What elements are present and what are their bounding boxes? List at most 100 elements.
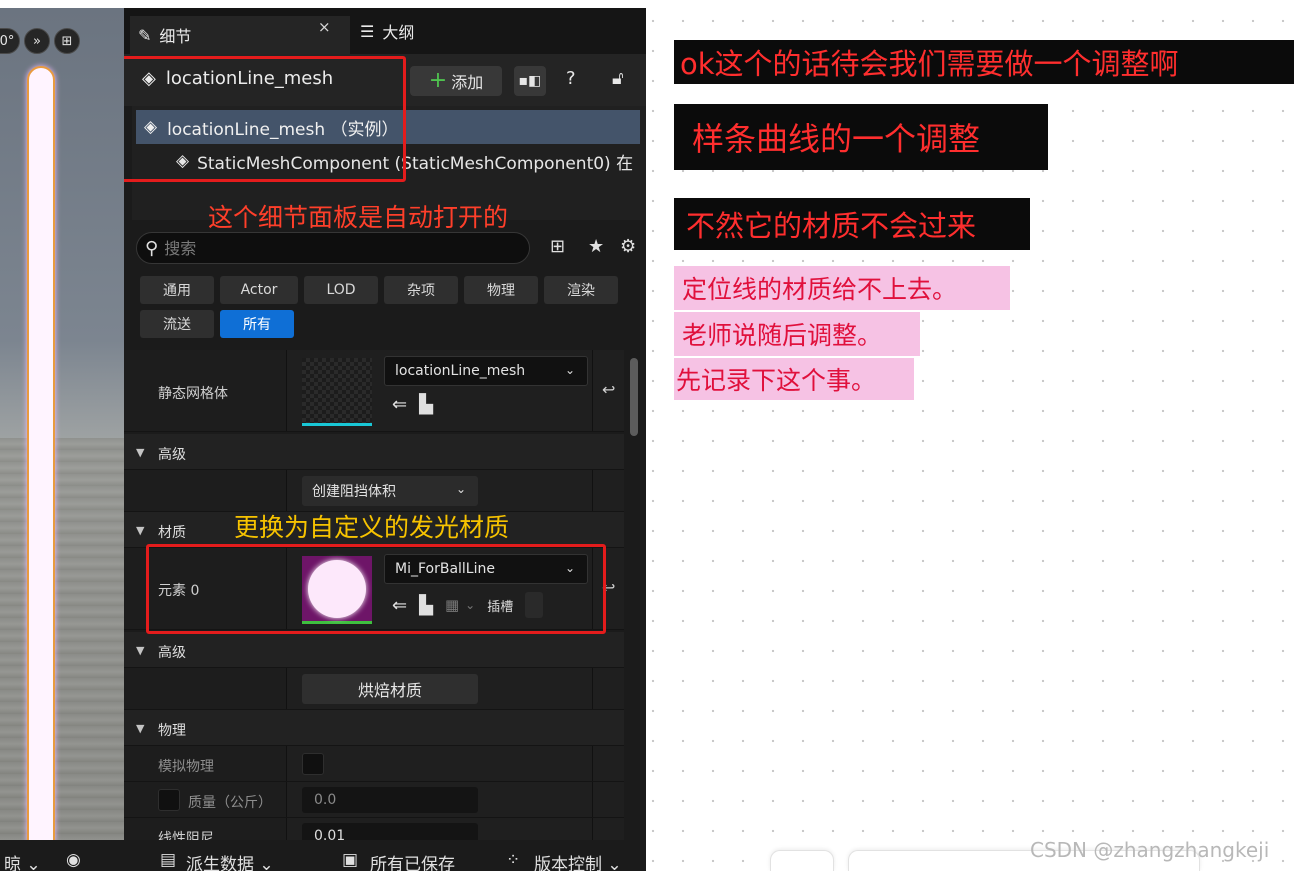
column-divider <box>286 350 287 431</box>
column-divider <box>286 470 287 511</box>
tab-outliner-label: 大纲 <box>382 23 415 42</box>
collapse-triangle-icon: ▼ <box>136 524 145 537</box>
use-selected-icon[interactable]: ⇐ <box>392 394 407 415</box>
collapse-triangle-icon: ▼ <box>136 644 145 657</box>
table-view-icon[interactable]: ⊞ <box>550 236 565 257</box>
column-divider <box>592 350 593 431</box>
filter-row-2: 流送 所有 <box>140 310 294 338</box>
tab-close-icon[interactable]: × <box>318 18 331 36</box>
collapse-triangle-icon: ▼ <box>136 446 145 459</box>
add-component-button[interactable]: + 添加 <box>410 66 502 96</box>
filter-all[interactable]: 所有 <box>220 310 294 338</box>
add-button-label: 添加 <box>451 73 484 92</box>
section-material-title: 材质 <box>158 525 186 541</box>
filter-general[interactable]: 通用 <box>140 276 214 304</box>
simulate-physics-label: 模拟物理 <box>158 759 214 775</box>
bake-material-name-col <box>124 668 286 709</box>
blocking-volume-row: 创建阻挡体积 ⌄ <box>124 470 624 512</box>
mass-label: 质量（公斤） <box>188 795 272 811</box>
settings-icon[interactable]: ⚙ <box>620 236 636 257</box>
help-icon[interactable]: ? <box>566 68 576 89</box>
chevron-down-icon: ⌄ <box>455 482 466 496</box>
column-divider <box>592 668 593 709</box>
simulate-physics-checkbox[interactable] <box>302 753 324 775</box>
filter-misc[interactable]: 杂项 <box>384 276 458 304</box>
pencil-icon: ✎ <box>138 25 152 45</box>
watermark: CSDN @zhangzhangkeji <box>1030 838 1270 862</box>
details-scrollbar[interactable] <box>630 358 638 436</box>
note-pink-2: 老师说随后调整。 <box>674 312 920 356</box>
viewport-more-button[interactable]: » <box>24 28 50 54</box>
blueprint-icon[interactable]: ▪◧ <box>514 66 546 96</box>
derived-data-icon: ▤ <box>160 850 177 870</box>
viewport-angle-button[interactable]: 0° <box>0 28 20 54</box>
create-blocking-volume-dropdown[interactable]: 创建阻挡体积 ⌄ <box>302 476 478 506</box>
note-pink-3: 先记录下这个事。 <box>674 358 914 400</box>
chevron-down-icon: ⌄ <box>564 363 575 377</box>
column-divider <box>592 746 593 781</box>
annotation-box-material <box>146 544 606 634</box>
bottom-all-saved[interactable]: 所有已保存 <box>370 850 455 871</box>
static-mesh-label: 静态网格体 <box>158 386 228 402</box>
section-advanced-2[interactable]: ▼ 高级 <box>124 632 624 668</box>
lock-icon[interactable]: 🔓︎ <box>612 68 624 89</box>
blocking-volume-label: 创建阻挡体积 <box>312 484 396 500</box>
mass-row: 质量（公斤） 0.0 <box>124 782 624 818</box>
save-icon: ▣ <box>342 850 359 870</box>
plus-icon: + <box>428 68 448 93</box>
collapse-triangle-icon: ▼ <box>136 722 145 735</box>
search-input[interactable] <box>164 238 505 258</box>
level-viewport[interactable] <box>0 8 124 840</box>
column-divider <box>286 782 287 817</box>
outliner-icon: ☰ <box>360 21 375 41</box>
static-mesh-value: locationLine_mesh <box>395 363 526 379</box>
record-icon[interactable]: ◉ <box>66 850 81 870</box>
mass-field[interactable]: 0.0 <box>302 787 478 813</box>
damping-label: 线性阻尼 <box>158 831 214 840</box>
damping-row: 线性阻尼 0.01 <box>124 818 624 840</box>
bake-material-button[interactable]: 烘焙材质 <box>302 674 478 704</box>
column-divider <box>592 470 593 511</box>
details-panel: ✎ 细节 × ☰ 大纲 ◈ locationLine_mesh + 添加 ▪◧ … <box>124 8 646 840</box>
note-line-2: 样条曲线的一个调整 <box>674 104 1048 170</box>
bottom-item-1[interactable]: 晾 ⌄ <box>4 850 41 871</box>
damping-field[interactable]: 0.01 <box>302 823 478 840</box>
reset-arrow-icon[interactable]: ↩ <box>602 380 615 399</box>
section-advanced-1-title: 高级 <box>158 447 186 463</box>
viewport-layout-button[interactable]: ⊞ <box>54 28 80 54</box>
filter-actor[interactable]: Actor <box>220 276 298 304</box>
viewport-toolbar: 0° » ⊞ <box>0 26 124 56</box>
filter-streaming[interactable]: 流送 <box>140 310 214 338</box>
filter-physics[interactable]: 物理 <box>464 276 538 304</box>
annotation-panel-auto-open: 这个细节面板是自动打开的 <box>208 203 509 232</box>
search-box[interactable]: ⚲ <box>136 232 530 264</box>
filter-rendering[interactable]: 渲染 <box>544 276 618 304</box>
filter-lod[interactable]: LOD <box>304 276 378 304</box>
note-pink-1: 定位线的材质给不上去。 <box>674 266 1010 310</box>
bottom-source-control[interactable]: 版本控制 ⌄ <box>534 850 622 871</box>
tab-outliner[interactable]: ☰ 大纲 <box>360 16 414 46</box>
static-mesh-actions: ⇐ ▙ <box>392 394 433 415</box>
filter-row-1: 通用 Actor LOD 杂项 物理 渲染 <box>140 276 618 304</box>
glowing-location-line-mesh[interactable] <box>27 66 55 840</box>
static-mesh-dropdown[interactable]: locationLine_mesh ⌄ <box>384 356 588 386</box>
bottom-derived-data[interactable]: 派生数据 ⌄ <box>186 850 274 871</box>
search-row: ⚲ ⊞ ★ ⚙ <box>124 228 646 268</box>
note-line-3: 不然它的材质不会过来 <box>674 198 1030 250</box>
section-physics[interactable]: ▼ 物理 <box>124 710 624 746</box>
star-icon[interactable]: ★ <box>588 236 604 257</box>
annotation-replace-material: 更换为自定义的发光材质 <box>234 513 510 542</box>
browse-asset-icon[interactable]: ▙ <box>419 394 433 415</box>
tab-details-label: 细节 <box>159 27 192 46</box>
mass-override-checkbox[interactable] <box>158 789 180 811</box>
static-mesh-thumbnail[interactable] <box>302 358 372 426</box>
bake-material-row: 烘焙材质 <box>124 668 624 710</box>
annotation-box-actor <box>124 56 406 182</box>
editor-bottom-toolbar: 晾 ⌄ ◉ ▤ 派生数据 ⌄ ▣ 所有已保存 ⁘ 版本控制 ⌄ <box>0 840 646 871</box>
note-line-1: ok这个的话待会我们需要做一个调整啊 <box>674 40 1294 84</box>
simulate-physics-row: 模拟物理 <box>124 746 624 782</box>
bottom-card-1[interactable] <box>770 850 834 871</box>
section-advanced-1[interactable]: ▼ 高级 <box>124 434 624 470</box>
panel-tab-bar: ✎ 细节 × ☰ 大纲 <box>124 8 646 54</box>
tab-details[interactable]: ✎ 细节 <box>130 16 350 54</box>
